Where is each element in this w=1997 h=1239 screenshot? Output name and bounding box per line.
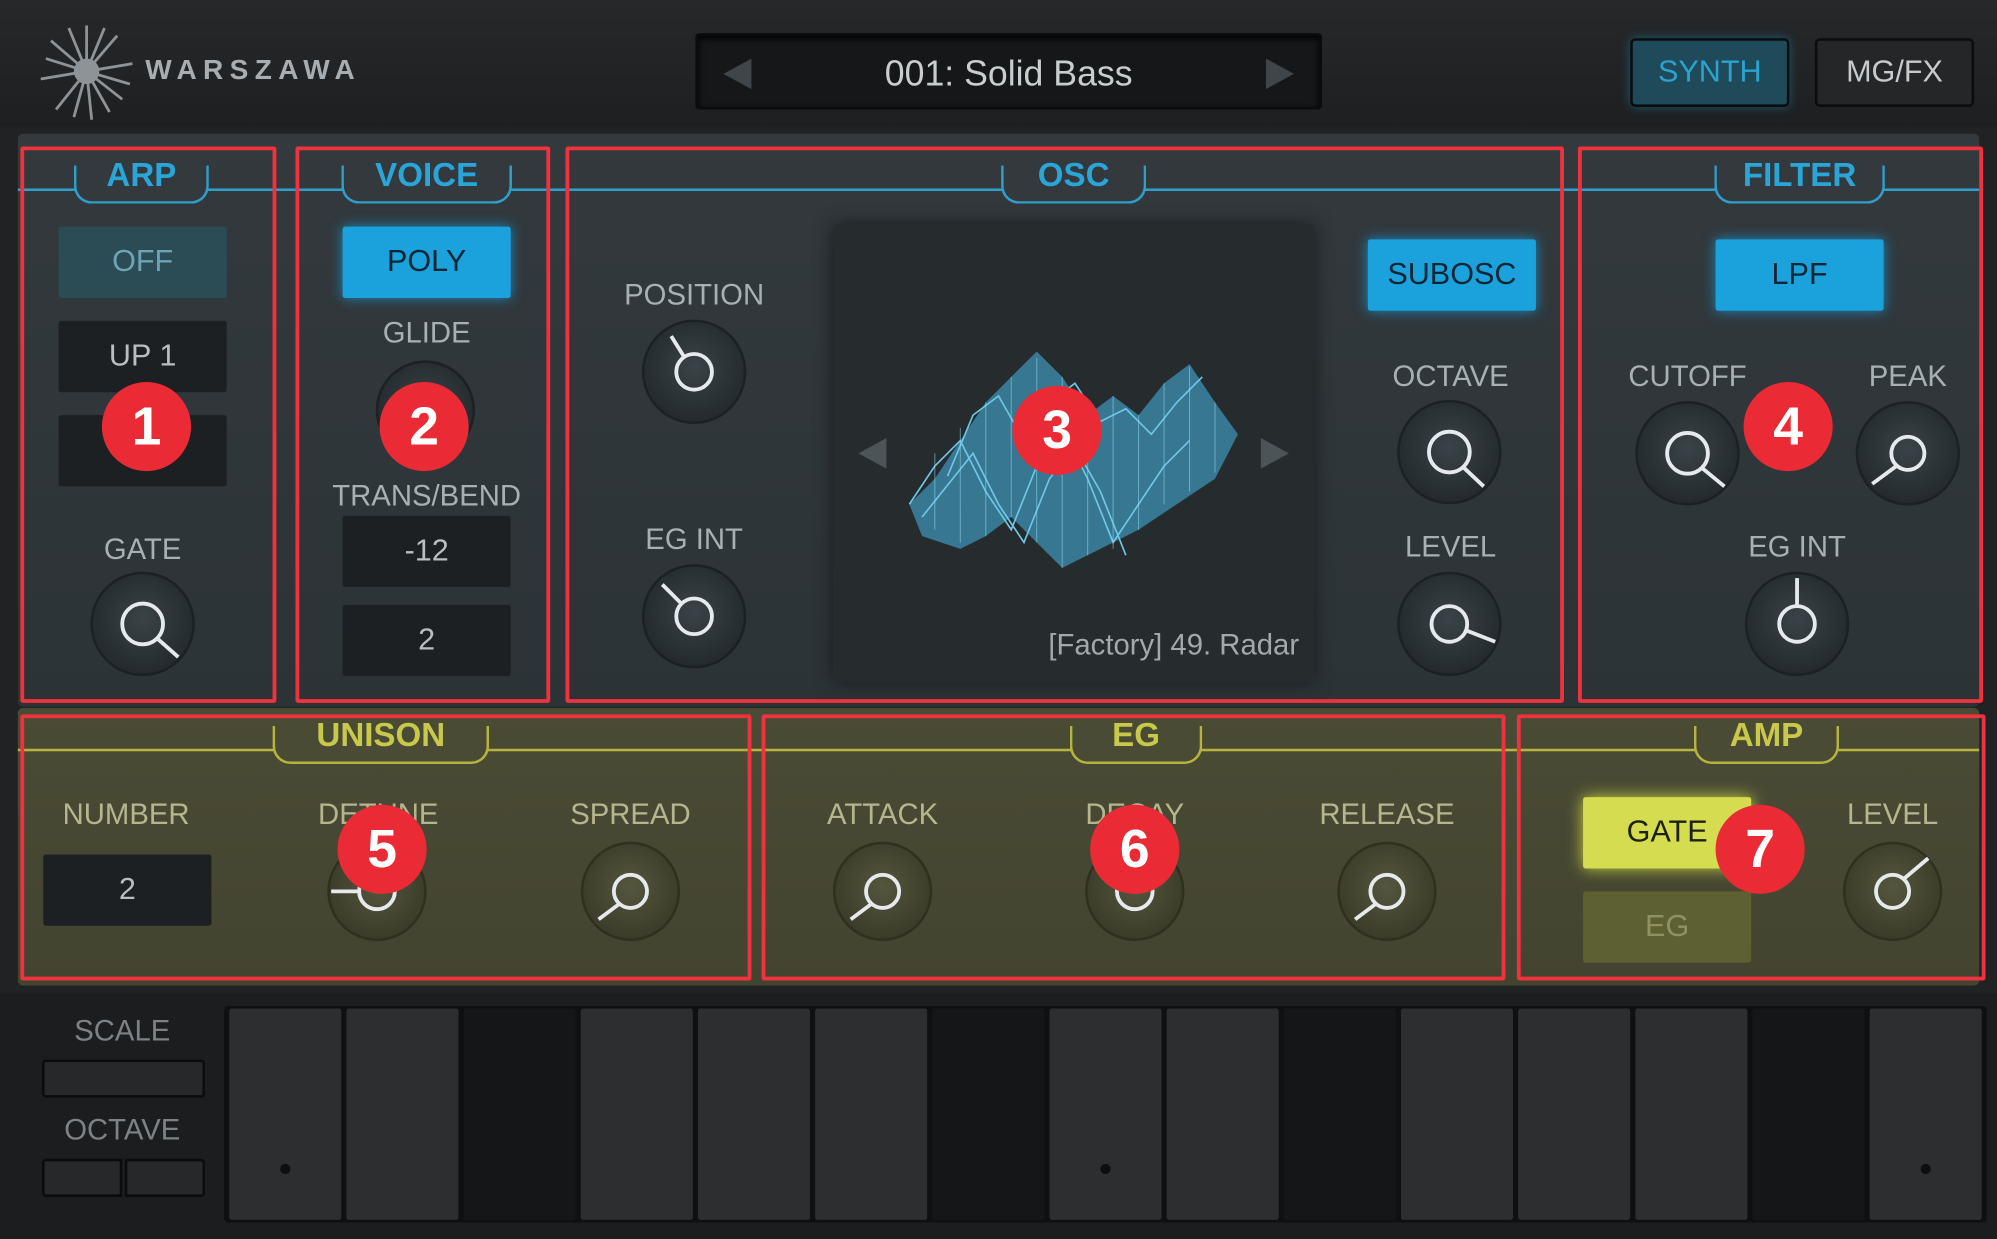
keyboard-controls: SCALE OCTAVE: [18, 1001, 222, 1230]
key[interactable]: [1049, 1008, 1162, 1220]
annotation-badge-4: 4: [1743, 382, 1833, 472]
key[interactable]: [932, 1008, 1045, 1220]
octave-up-button[interactable]: [124, 1158, 206, 1197]
key[interactable]: [1752, 1008, 1865, 1220]
annotation-badge-5: 5: [337, 804, 427, 894]
keyboard: [224, 1005, 1987, 1223]
annotation-badge-1: 1: [101, 382, 192, 472]
key-marker: [280, 1163, 291, 1175]
octave-label: OCTAVE: [64, 1112, 181, 1147]
annotation-badge-7: 7: [1715, 804, 1805, 894]
key[interactable]: [346, 1008, 459, 1220]
key[interactable]: [815, 1008, 928, 1220]
synth-app: WARSZAWA 001: Solid Bass SYNTH MG/FX ARP…: [0, 0, 1997, 1239]
key[interactable]: [229, 1008, 342, 1220]
key[interactable]: [580, 1008, 693, 1220]
key[interactable]: [1635, 1008, 1748, 1220]
annotation-badge-2: 2: [379, 382, 469, 472]
annotation-badge-3: 3: [1012, 385, 1102, 475]
scale-label: SCALE: [74, 1013, 171, 1047]
key[interactable]: [1166, 1008, 1279, 1220]
scale-button[interactable]: [42, 1059, 206, 1098]
key-marker: [1100, 1163, 1111, 1175]
key[interactable]: [1518, 1008, 1631, 1220]
key-marker: [1920, 1163, 1931, 1175]
key[interactable]: [1283, 1008, 1396, 1220]
key[interactable]: [697, 1008, 811, 1220]
octave-down-button[interactable]: [42, 1158, 123, 1197]
key[interactable]: [1400, 1008, 1514, 1220]
key[interactable]: [1869, 1008, 1982, 1220]
annotation-badge-6: 6: [1090, 804, 1180, 894]
key[interactable]: [463, 1008, 576, 1220]
